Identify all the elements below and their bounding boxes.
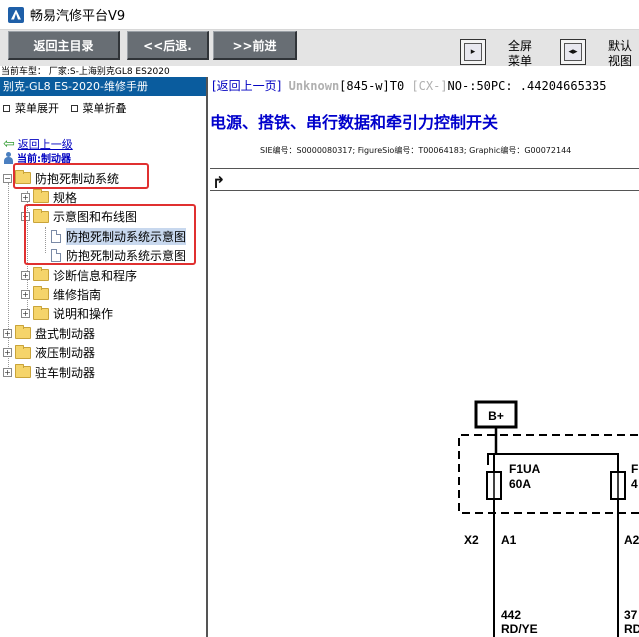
tree-item-label: 维修指南 — [53, 287, 102, 302]
content-panel: [返回上一页] Unknown[845-w]T0 [CX-]NO-:50PC: … — [210, 77, 639, 637]
tree-item-label: 防抱死制动系统示意图 — [66, 227, 187, 245]
tree-item[interactable]: + 维修指南 — [21, 285, 101, 303]
square-icon — [3, 105, 10, 112]
wiring-diagram: B+ F1UA 60A F 4 X2 A1 A2 442 RD/YE 37 RD — [458, 400, 639, 637]
folder-icon — [15, 325, 31, 340]
expand-icon[interactable]: + — [3, 348, 12, 358]
wire1-color: RD/YE — [501, 622, 538, 636]
fullscreen-label[interactable]: 全屏 菜单 — [505, 39, 535, 69]
tree-item[interactable]: − 示意图和布线图 — [21, 208, 137, 226]
folder-icon — [33, 189, 49, 204]
tree-item-label: 盘式制动器 — [35, 326, 96, 341]
nav-cx-label: [CX-] — [411, 79, 448, 93]
wire2-number: 37 — [624, 608, 638, 622]
tree-item-label: 示意图和布线图 — [53, 210, 138, 225]
tree-item[interactable]: + 驻车制动器 — [3, 363, 95, 381]
tree-item[interactable]: − 防抱死制动系统 — [3, 169, 119, 187]
user-icon — [3, 151, 14, 164]
back-to-previous-page-link[interactable]: [返回上一页] — [212, 79, 281, 93]
tree-item[interactable]: + 规格 — [21, 188, 77, 206]
folder-icon — [33, 267, 49, 281]
fullscreen-label-line1: 全屏 — [507, 39, 532, 53]
default-view-label-line2: 视图 — [607, 54, 632, 68]
collapse-icon[interactable]: − — [3, 173, 12, 183]
tree-item[interactable]: + 盘式制动器 — [3, 324, 95, 342]
fuse1-name: F1UA — [509, 462, 541, 476]
document-title: 电源、搭铁、串行数据和牵引力控制开关 — [210, 113, 499, 132]
battery-plus-label: B+ — [488, 409, 504, 423]
tree-item-label: 说明和操作 — [53, 307, 114, 322]
tree-item-label: 驻车制动器 — [35, 365, 96, 380]
expand-icon[interactable]: + — [21, 309, 30, 319]
current-category: 当前:制动器 — [3, 150, 71, 165]
expand-icon[interactable]: + — [21, 192, 30, 202]
folder-icon — [33, 286, 49, 301]
nav-code: [845-w]T0 — [339, 79, 412, 93]
current-category-label: 当前:制动器 — [17, 154, 71, 165]
connector-label: X2 — [464, 533, 479, 547]
tree-item-label: 诊断信息和程序 — [53, 268, 138, 283]
fullscreen-button[interactable]: ▸ — [460, 39, 486, 65]
tree-item[interactable]: 防抱死制动系统示意图 — [39, 227, 187, 245]
default-view-button[interactable]: ◂▸ — [560, 39, 586, 65]
fullscreen-icon: ▸ — [464, 43, 482, 61]
collapse-menu-button[interactable]: 菜单折叠 — [70, 100, 127, 116]
content-nav-bar: [返回上一页] Unknown[845-w]T0 [CX-]NO-:50PC: … — [212, 77, 607, 94]
expand-icon[interactable]: + — [3, 328, 12, 338]
folder-icon — [33, 305, 49, 320]
document-icon — [51, 229, 61, 243]
left-panel: 别克-GL8 ES-2020-维修手册 菜单展开 菜单折叠 ⇦ 返回上一级 当前… — [0, 77, 208, 637]
window-title: 畅易汽修平台V9 — [30, 9, 126, 24]
pin-a2-label: A2 — [624, 533, 639, 547]
collapse-menu-label: 菜单折叠 — [82, 102, 127, 115]
expand-icon[interactable]: + — [21, 289, 30, 299]
tree-item-label: 防抱死制动系统示意图 — [66, 249, 187, 264]
content-divider — [210, 190, 639, 191]
folder-icon — [15, 344, 31, 359]
square-icon — [70, 105, 78, 112]
expand-icon[interactable]: + — [3, 367, 12, 377]
manual-title: 别克-GL8 ES-2020-维修手册 — [0, 77, 206, 96]
tree-item-label: 规格 — [53, 190, 78, 205]
pin-a1-label: A1 — [501, 533, 517, 547]
toolbar: 返回主目录 <<后退. >>前进 ▸ 全屏 菜单 ◂▸ 默认 视图 — [0, 30, 639, 69]
default-view-label-line1: 默认 — [607, 39, 632, 53]
collapse-icon[interactable]: − — [21, 212, 30, 222]
expand-icon[interactable]: + — [21, 270, 30, 280]
split-view-icon: ◂▸ — [564, 43, 582, 61]
nav-unknown-label: Unknown — [281, 79, 340, 93]
expand-menu-label: 菜单展开 — [15, 102, 59, 115]
wire1-number: 442 — [501, 608, 521, 622]
fullscreen-label-line2: 菜单 — [507, 54, 532, 68]
content-divider — [210, 168, 639, 169]
back-arrow-icon: ⇦ — [3, 135, 15, 152]
back-button[interactable]: <<后退. — [127, 31, 209, 60]
menu-ops: 菜单展开 菜单折叠 — [3, 100, 127, 116]
folder-icon — [15, 364, 31, 378]
folder-icon — [15, 170, 31, 184]
nav-number: NO-:50PC: .44204665335 — [447, 79, 607, 93]
tree-item[interactable]: + 诊断信息和程序 — [21, 266, 137, 284]
default-view-label[interactable]: 默认 视图 — [605, 39, 635, 69]
app-logo-icon — [8, 6, 24, 23]
folder-icon — [33, 208, 49, 223]
fuse2-rating: 4 — [631, 477, 638, 491]
tree-item[interactable]: + 说明和操作 — [21, 305, 113, 323]
expand-menu-button[interactable]: 菜单展开 — [3, 100, 59, 116]
bus-wire — [487, 453, 619, 472]
tree-item[interactable]: 防抱死制动系统示意图 — [39, 247, 186, 265]
tree-item[interactable]: + 液压制动器 — [3, 344, 95, 362]
fuse1-rating: 60A — [509, 477, 531, 491]
wire2-color: RD — [624, 622, 639, 636]
document-ids: SIE编号：S0000080317; FigureSio编号：T00064183… — [260, 146, 572, 155]
home-button[interactable]: 返回主目录 — [8, 31, 120, 60]
fuse2-name: F — [631, 462, 638, 476]
title-bar: 畅易汽修平台V9 — [0, 0, 639, 30]
tree-item-label: 液压制动器 — [35, 346, 96, 361]
forward-button[interactable]: >>前进 — [213, 31, 297, 60]
current-vehicle: 当前车型： 厂家:S-上海别克GL8 ES2020 — [1, 67, 170, 77]
tree-item-label: 防抱死制动系统 — [35, 171, 120, 186]
document-icon — [51, 249, 61, 263]
